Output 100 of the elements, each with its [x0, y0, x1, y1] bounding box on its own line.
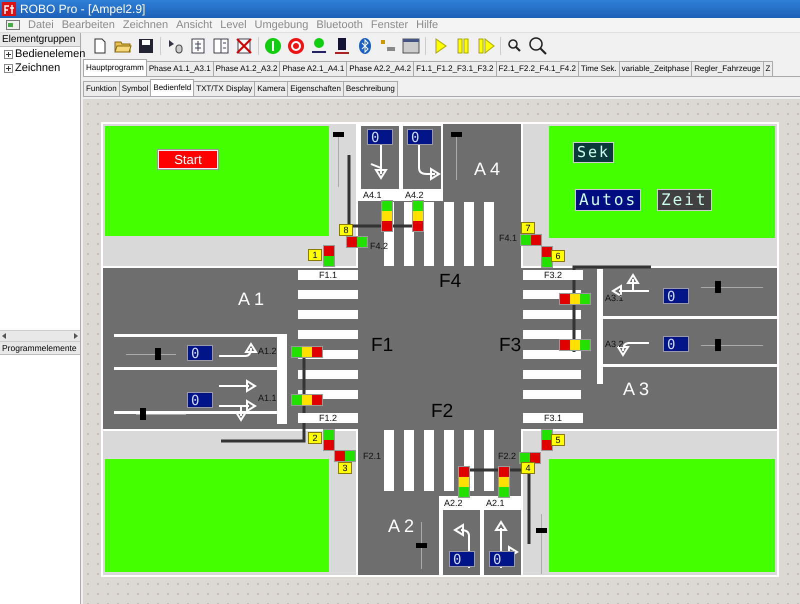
crosswalk-stripe [523, 350, 581, 359]
traffic-light [498, 466, 510, 498]
traffic-light [346, 236, 368, 248]
number-tag: 3 [338, 462, 352, 474]
crosswalk-stripe [404, 430, 414, 491]
crosswalk-stripe [523, 310, 581, 319]
program-tab[interactable]: Z [762, 61, 774, 76]
window-menu-icon[interactable] [6, 20, 20, 30]
view-tab[interactable]: Symbol [118, 81, 152, 96]
crosswalk-stripe [298, 290, 358, 299]
crosswalk-stripe [444, 430, 454, 491]
view-tab[interactable]: TXT/TX Display [193, 81, 256, 96]
lane-label: A2.2 [444, 499, 463, 508]
straight-arrow-icon [219, 380, 256, 392]
number-tag: 7 [521, 222, 535, 234]
crosswalk-stripe [523, 330, 581, 339]
number-tag: 6 [551, 250, 565, 262]
crosswalk-stripe [298, 310, 358, 319]
start-button[interactable]: Start [158, 150, 218, 169]
program-tab[interactable]: variable_Zeitphase [618, 61, 692, 76]
traffic-light [458, 466, 470, 498]
slider-thumb[interactable] [140, 408, 146, 420]
crosswalk-stripe [424, 430, 434, 491]
tree-item[interactable]: Zeichnen [15, 62, 60, 74]
scroll-left-icon[interactable] [0, 332, 8, 340]
slider-thumb[interactable] [333, 132, 344, 137]
traffic-light [323, 245, 335, 267]
txt-controller-icon[interactable] [333, 37, 351, 55]
light-label: A3.1 [605, 294, 624, 303]
number-tag: 5 [551, 434, 565, 446]
start-icon[interactable] [264, 37, 282, 55]
program-tab[interactable]: Phase A2.2_A4.2 [346, 61, 414, 76]
program-tab[interactable]: Phase A1.2_A3.2 [212, 61, 280, 76]
panel-header: Elementgruppen [0, 33, 80, 47]
subprogram-copy-icon[interactable] [212, 37, 230, 55]
window-icon[interactable] [402, 37, 420, 55]
slider-thumb[interactable] [715, 339, 721, 351]
area-label: A 3 [623, 380, 650, 398]
view-tab[interactable]: Beschreibung [342, 81, 398, 96]
online-icon[interactable] [310, 37, 328, 55]
slider-thumb[interactable] [451, 132, 462, 137]
program-tab[interactable]: Phase A1.1_A3.1 [146, 61, 214, 76]
counter-display: 0 [663, 336, 689, 352]
slider-thumb[interactable] [416, 543, 427, 548]
number-tag: 8 [339, 224, 353, 236]
subprogram-icon[interactable] [189, 37, 207, 55]
zone-label: F4 [439, 272, 462, 291]
traffic-light [559, 339, 591, 351]
zoom-in-icon[interactable] [529, 37, 547, 55]
lane-label: A4.1 [363, 191, 382, 200]
crossing-label: F1.2 [298, 413, 358, 423]
scroll-right-icon[interactable] [72, 332, 80, 340]
scrollbar[interactable] [0, 330, 80, 342]
counter-display: 0 [449, 551, 475, 567]
view-tab[interactable]: Funktion [83, 81, 120, 96]
lane-label: A4.2 [405, 191, 424, 200]
slider-thumb[interactable] [536, 528, 547, 533]
crossing-label: F3.1 [523, 413, 583, 423]
program-tab[interactable]: Hauptprogramm [83, 59, 147, 76]
stop-icon[interactable] [287, 37, 305, 55]
turn-arrow-icon [219, 344, 257, 357]
crosswalk-stripe [298, 330, 358, 339]
program-tab[interactable]: Phase A2.1_A4.1 [279, 61, 348, 76]
view-tab[interactable]: Kamera [254, 81, 288, 96]
crosswalk-stripe [384, 430, 394, 491]
program-tab[interactable]: F1.1_F1.2_F3.1_F3.2 [413, 61, 497, 76]
number-tag: 1 [308, 249, 322, 261]
tree-item[interactable]: Bedienelemen [15, 48, 86, 60]
crossing-label: F1.1 [298, 270, 358, 280]
area-label: A 2 [388, 517, 414, 535]
slider-thumb[interactable] [715, 281, 721, 293]
crosswalk-stripe [484, 202, 494, 266]
view-tab[interactable]: Eigenschaften [287, 81, 344, 96]
delete-icon[interactable] [235, 37, 253, 55]
area-label: A 1 [238, 290, 264, 308]
zone-label: F1 [371, 336, 394, 355]
save-icon[interactable] [137, 37, 155, 55]
counter-display: 0 [187, 345, 213, 361]
view-tab[interactable]: Bedienfeld [150, 79, 194, 96]
traffic-light [291, 346, 323, 358]
download-icon[interactable] [166, 37, 184, 55]
light-label: A1.1 [258, 394, 277, 403]
counter-display: 0 [407, 129, 433, 145]
counter-display: 0 [187, 392, 213, 408]
light-label: A3.2 [605, 340, 624, 349]
light-label: F2.2 [498, 452, 516, 461]
text-display: Zeit [657, 189, 712, 211]
program-tab[interactable]: Time Sek. [578, 61, 620, 76]
bluetooth-icon[interactable] [356, 37, 374, 55]
app-logo-icon [2, 2, 16, 16]
window-title: ROBO Pro - [Ampel2.9] [20, 2, 146, 16]
program-tab[interactable]: Regler_Fahrzeuge [691, 61, 764, 76]
expand-icon[interactable] [4, 64, 13, 72]
counter-display: 0 [489, 551, 515, 567]
panel-header: Programmelemente [0, 342, 80, 355]
crosswalk-stripe [298, 370, 358, 379]
program-tab[interactable]: F2.1_F2.2_F4.1_F4.2 [496, 61, 579, 76]
traffic-light [291, 394, 323, 406]
light-label: F2.1 [363, 452, 382, 461]
expand-icon[interactable] [4, 50, 13, 58]
